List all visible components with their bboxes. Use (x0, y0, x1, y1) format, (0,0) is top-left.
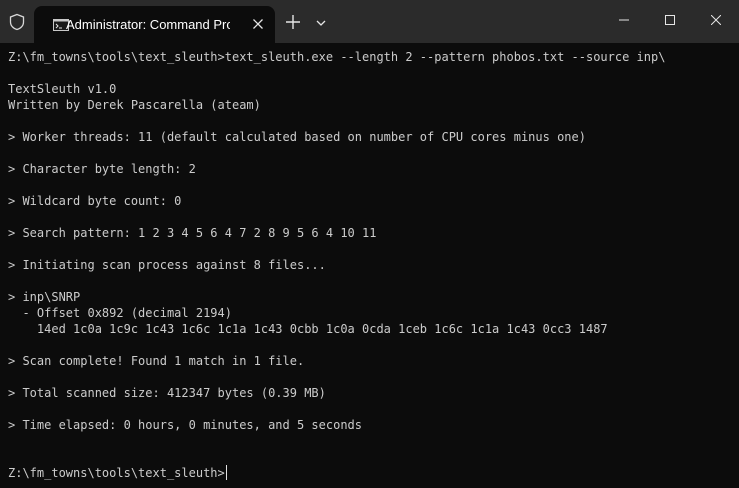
output-line: > Wildcard byte count: 0 (8, 194, 182, 208)
output-line: > inp\SNRP (8, 290, 81, 304)
text-cursor (225, 465, 227, 480)
terminal-output[interactable]: Z:\fm_towns\tools\text_sleuth>text_sleut… (8, 43, 733, 488)
output-line: > Scan complete! Found 1 match in 1 file… (8, 354, 305, 368)
shield-icon (8, 13, 26, 31)
command-line: Z:\fm_towns\tools\text_sleuth>text_sleut… (8, 50, 666, 64)
output-line: TextSleuth v1.0 (8, 82, 117, 96)
minimize-button[interactable] (601, 0, 647, 40)
output-line: > Initiating scan process against 8 file… (8, 258, 326, 272)
chevron-down-icon[interactable] (315, 16, 327, 28)
output-line: > Total scanned size: 412347 bytes (0.39… (8, 386, 326, 400)
output-line: 14ed 1c0a 1c9c 1c43 1c6c 1c1a 1c43 0cbb … (8, 322, 608, 336)
output-line: > Time elapsed: 0 hours, 0 minutes, and … (8, 418, 363, 432)
close-button[interactable] (693, 0, 739, 40)
prompt-line[interactable]: Z:\fm_towns\tools\text_sleuth> (8, 465, 227, 481)
minimize-icon (619, 19, 629, 21)
prompt-text: Z:\fm_towns\tools\text_sleuth> (8, 466, 225, 480)
output-line: Written by Derek Pascarella (ateam) (8, 98, 261, 112)
close-icon (711, 15, 721, 25)
title-bar: Administrator: Command Prompt (0, 0, 739, 43)
output-line: > Character byte length: 2 (8, 162, 196, 176)
output-line: > Search pattern: 1 2 3 4 5 6 4 7 2 8 9 … (8, 226, 377, 240)
maximize-icon (665, 15, 675, 25)
output-line: > Worker threads: 11 (default calculated… (8, 130, 586, 144)
tab-title: Administrator: Command Prompt (66, 17, 230, 32)
output-line: - Offset 0x892 (decimal 2194) (8, 306, 232, 320)
tab-command-prompt[interactable]: Administrator: Command Prompt (34, 6, 275, 43)
maximize-button[interactable] (647, 0, 693, 40)
tab-close-icon[interactable] (251, 17, 265, 31)
plus-icon[interactable] (284, 13, 302, 31)
